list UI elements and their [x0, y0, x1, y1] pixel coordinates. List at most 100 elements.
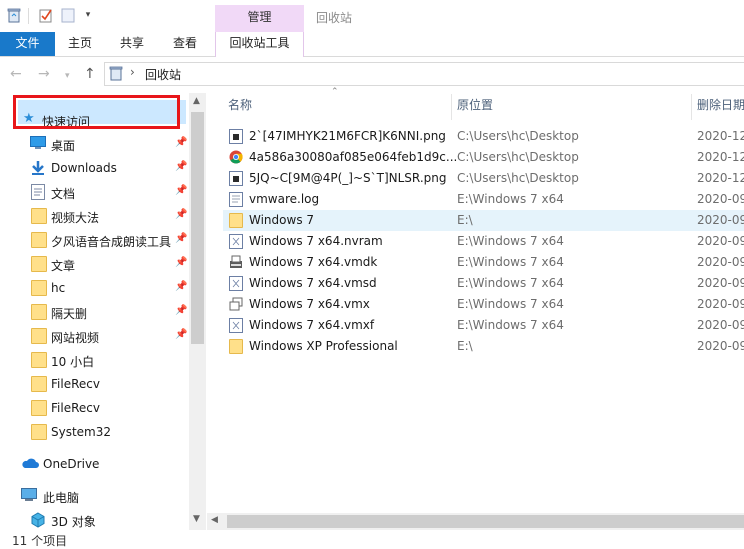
nav-this-pc[interactable]: 此电脑: [0, 484, 190, 508]
image-file-icon: [229, 171, 243, 186]
recycle-bin-icon: [109, 66, 123, 84]
file-deleted-date: 2020-09: [697, 192, 744, 206]
file-row[interactable]: Windows 7 x64.vmsd E:\Windows 7 x64 2020…: [223, 273, 744, 294]
new-folder-icon[interactable]: [60, 7, 76, 23]
nav-item-label: 此电脑: [43, 491, 80, 505]
back-arrow-icon[interactable]: ←: [10, 66, 22, 82]
tab-home[interactable]: 主页: [62, 32, 98, 56]
file-icon: [229, 276, 243, 291]
file-deleted-date: 2020-12: [697, 129, 744, 143]
nav-scrollbar-thumb[interactable]: [191, 112, 204, 344]
tab-file[interactable]: 文件: [0, 32, 55, 56]
file-name: Windows 7 x64.vmdk: [249, 255, 378, 269]
nav-item-folder[interactable]: FileRecv: [0, 372, 190, 396]
nav-3d-objects[interactable]: 3D 对象: [0, 508, 190, 532]
tab-share[interactable]: 共享: [114, 32, 150, 56]
scroll-left-icon[interactable]: ◀: [211, 515, 218, 525]
file-row[interactable]: 2`[47IMHYK21M6FCR]K6NNI.png C:\Users\hc\…: [223, 126, 744, 147]
file-row[interactable]: Windows 7 x64.vmx E:\Windows 7 x64 2020-…: [223, 294, 744, 315]
nav-item-folder[interactable]: System32: [0, 420, 190, 444]
nav-item-folder[interactable]: 视频大法 📌: [0, 204, 190, 228]
pin-icon[interactable]: 📌: [175, 329, 187, 340]
folder-icon: [31, 256, 47, 272]
file-deleted-date: 2020-09: [697, 213, 744, 227]
file-row[interactable]: Windows 7 x64.vmxf E:\Windows 7 x64 2020…: [223, 315, 744, 336]
window-title: 回收站: [316, 11, 353, 25]
file-location: E:\Windows 7 x64: [457, 192, 564, 206]
recent-locations-icon[interactable]: ▾: [65, 68, 70, 84]
file-location: E:\Windows 7 x64: [457, 255, 564, 269]
file-row[interactable]: vmware.log E:\Windows 7 x64 2020-09: [223, 189, 744, 210]
column-divider[interactable]: [691, 94, 692, 120]
folder-icon: [31, 208, 47, 224]
pin-icon[interactable]: 📌: [175, 257, 187, 268]
file-row[interactable]: 5JQ~C[9M@4P(_]~S`T]NLSR.png C:\Users\hc\…: [223, 168, 744, 189]
nav-item-downloads[interactable]: Downloads 📌: [0, 156, 190, 180]
file-name: 2`[47IMHYK21M6FCR]K6NNI.png: [249, 129, 446, 143]
folder-icon: [229, 339, 243, 354]
column-header-deleted-date[interactable]: 删除日期: [697, 90, 744, 120]
nav-item-label: 文档: [51, 187, 76, 201]
column-header-location[interactable]: 原位置: [457, 90, 493, 120]
text-file-icon: [229, 192, 243, 207]
nav-item-label: 3D 对象: [51, 515, 96, 529]
up-arrow-icon[interactable]: ↑: [84, 66, 96, 82]
red-annotation-box: [13, 95, 180, 129]
folder-icon: [31, 400, 47, 416]
scroll-down-icon[interactable]: ▼: [193, 514, 200, 524]
file-row-selected[interactable]: Windows 7 E:\ 2020-09: [223, 210, 744, 231]
file-row[interactable]: Windows XP Professional E:\ 2020-09: [223, 336, 744, 357]
file-row[interactable]: 4a586a30080af085e064feb1d9c... C:\Users\…: [223, 147, 744, 168]
pin-icon[interactable]: 📌: [175, 281, 187, 292]
file-deleted-date: 2020-09: [697, 276, 744, 290]
file-name: Windows 7 x64.nvram: [249, 234, 383, 248]
pin-icon[interactable]: 📌: [175, 161, 187, 172]
nav-item-folder[interactable]: FileRecv: [0, 396, 190, 420]
nav-item-folder[interactable]: 夕风语音合成朗读工具 📌: [0, 228, 190, 252]
pin-icon[interactable]: 📌: [175, 209, 187, 220]
ribbon-tabs: 文件 主页 共享 查看 回收站工具: [0, 32, 744, 57]
properties-icon[interactable]: [38, 7, 54, 23]
file-location: E:\: [457, 213, 473, 227]
file-name: 5JQ~C[9M@4P(_]~S`T]NLSR.png: [249, 171, 447, 185]
customize-toolbar-icon[interactable]: ▾: [80, 7, 96, 23]
file-location: C:\Users\hc\Desktop: [457, 129, 579, 143]
file-deleted-date: 2020-09: [697, 318, 744, 332]
file-list: ⌃ 名称 原位置 删除日期 2`[47IMHYK21M6FCR]K6NNI.pn…: [207, 87, 744, 543]
breadcrumb-recycle-bin[interactable]: 回收站: [145, 66, 181, 83]
address-bar[interactable]: › 回收站: [104, 62, 744, 86]
nav-item-folder[interactable]: 文章 📌: [0, 252, 190, 276]
file-row[interactable]: Windows 7 x64.nvram E:\Windows 7 x64 202…: [223, 231, 744, 252]
file-deleted-date: 2020-09: [697, 255, 744, 269]
nav-item-label: 视频大法: [51, 211, 100, 225]
tab-view[interactable]: 查看: [167, 32, 203, 56]
scroll-up-icon[interactable]: ▲: [193, 96, 200, 106]
forward-arrow-icon[interactable]: →: [38, 66, 50, 82]
nav-onedrive[interactable]: OneDrive: [0, 452, 190, 476]
file-location: E:\Windows 7 x64: [457, 297, 564, 311]
nav-item-label: 文章: [51, 259, 76, 273]
nav-item-label: System32: [51, 425, 112, 439]
nav-item-documents[interactable]: 文档 📌: [0, 180, 190, 204]
nav-item-label: 桌面: [51, 139, 76, 153]
recycle-bin-icon[interactable]: [6, 7, 22, 23]
chrome-icon: [229, 150, 243, 165]
breadcrumb-separator[interactable]: ›: [130, 65, 135, 79]
nav-item-folder[interactable]: 网站视频 📌: [0, 324, 190, 348]
column-divider[interactable]: [451, 94, 452, 120]
nav-item-desktop[interactable]: 桌面 📌: [0, 132, 190, 156]
nav-item-folder[interactable]: 10 小白: [0, 348, 190, 372]
horizontal-scrollbar-thumb[interactable]: [227, 515, 744, 528]
tab-recycle-bin-tools[interactable]: 回收站工具: [215, 32, 304, 57]
file-row[interactable]: Windows 7 x64.vmdk E:\Windows 7 x64 2020…: [223, 252, 744, 273]
nav-item-folder[interactable]: hc 📌: [0, 276, 190, 300]
file-deleted-date: 2020-09: [697, 234, 744, 248]
nav-item-folder[interactable]: 隔天删 📌: [0, 300, 190, 324]
pin-icon[interactable]: 📌: [175, 233, 187, 244]
nav-item-label: Downloads: [51, 161, 117, 175]
file-icon: [229, 318, 243, 333]
pin-icon[interactable]: 📌: [175, 137, 187, 148]
pin-icon[interactable]: 📌: [175, 305, 187, 316]
pin-icon[interactable]: 📌: [175, 185, 187, 196]
column-header-name[interactable]: 名称: [228, 90, 252, 120]
